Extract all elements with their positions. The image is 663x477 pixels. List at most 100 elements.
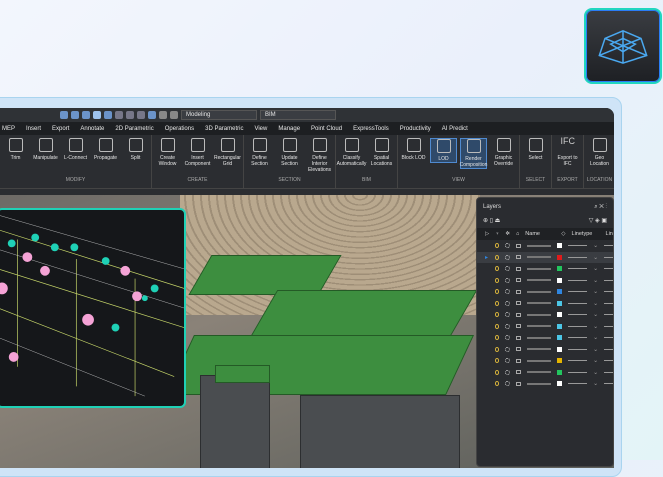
freeze-icon[interactable] — [505, 335, 510, 341]
lock-icon[interactable] — [515, 358, 521, 363]
visibility-icon[interactable] — [494, 381, 500, 387]
freeze-icon[interactable] — [505, 323, 510, 329]
visibility-icon[interactable] — [494, 254, 500, 260]
layer-color[interactable] — [557, 335, 562, 341]
tool-icon[interactable] — [82, 111, 90, 119]
lock-icon[interactable] — [515, 255, 521, 260]
freeze-icon[interactable] — [505, 243, 510, 249]
linetype[interactable] — [567, 314, 588, 316]
lock-icon[interactable] — [515, 301, 521, 306]
linetype[interactable] — [567, 383, 588, 385]
ribbon-tool[interactable]: L-Connect — [62, 138, 89, 161]
menu-item[interactable]: Productivity — [400, 126, 431, 132]
ribbon-tool[interactable]: Update Section — [276, 138, 303, 167]
menu-item[interactable]: 3D Parametric — [205, 126, 243, 132]
tool-icon[interactable] — [104, 111, 112, 119]
ribbon-tool[interactable]: Define Interior Elevations — [306, 138, 333, 173]
group-label[interactable]: VIEW — [400, 177, 517, 183]
menu-item[interactable]: AI Predict — [442, 126, 468, 132]
layer-row[interactable]: ⌄ — [477, 275, 614, 287]
column-linetype[interactable]: Linetype — [572, 231, 600, 237]
lineweight[interactable] — [604, 360, 614, 362]
visibility-icon[interactable] — [494, 369, 500, 375]
ribbon-tool[interactable]: Classify Automatically — [337, 138, 366, 167]
lineweight[interactable] — [604, 348, 614, 350]
ribbon-tool[interactable]: Geo Location — [586, 138, 613, 167]
freeze-icon[interactable] — [505, 300, 510, 306]
layer-row[interactable]: ⌄ — [477, 355, 614, 367]
panel-icon[interactable] — [159, 111, 167, 119]
layer-row[interactable]: ⌄ — [477, 332, 614, 344]
ribbon-tool[interactable]: Propagate — [92, 138, 119, 161]
linetype[interactable] — [567, 256, 588, 258]
search-icon[interactable]: ⌕ ✕ ⋮ — [594, 204, 607, 211]
visibility-icon[interactable] — [494, 346, 500, 352]
menu-item[interactable]: View — [254, 126, 267, 132]
linetype[interactable] — [567, 360, 588, 362]
tool-icon[interactable] — [60, 111, 68, 119]
layer-row[interactable]: ⌄ — [477, 309, 614, 321]
menu-item[interactable]: Annotate — [80, 126, 104, 132]
layer-color[interactable] — [557, 254, 562, 260]
new-layer-icon[interactable]: ⊕ ▯ ⏏ — [483, 217, 500, 224]
lock-icon[interactable] — [515, 312, 521, 317]
layer-color[interactable] — [557, 289, 562, 295]
lineweight[interactable] — [604, 314, 614, 316]
ribbon-tool[interactable]: Render Composition — [460, 138, 487, 169]
freeze-icon[interactable] — [505, 369, 510, 375]
layer-color[interactable] — [557, 312, 562, 318]
group-label[interactable]: SECTION — [246, 177, 333, 183]
ribbon-tool[interactable]: IFC Export to IFC — [554, 137, 581, 168]
layer-color[interactable] — [557, 346, 562, 352]
menu-item[interactable]: Operations — [165, 126, 194, 132]
layer-color[interactable] — [557, 323, 562, 329]
group-label[interactable]: MODIFY — [2, 177, 149, 183]
lineweight[interactable] — [604, 256, 614, 258]
view-cube-icon[interactable] — [115, 111, 123, 119]
menu-item[interactable]: Export — [52, 126, 69, 132]
group-label[interactable]: LOCATION — [586, 177, 613, 183]
freeze-icon[interactable] — [505, 346, 510, 352]
menu-item[interactable]: Insert — [26, 126, 41, 132]
layer-color[interactable] — [557, 358, 562, 364]
render-icon[interactable] — [148, 111, 156, 119]
visibility-icon[interactable] — [494, 358, 500, 364]
ribbon-tool[interactable]: Select — [522, 138, 549, 161]
lineweight[interactable] — [604, 325, 614, 327]
lineweight[interactable] — [604, 371, 614, 373]
layer-row[interactable]: ⌄ — [477, 298, 614, 310]
layer-row[interactable]: ⌄ — [477, 367, 614, 379]
visibility-icon[interactable] — [494, 266, 500, 272]
freeze-icon[interactable] — [505, 289, 510, 295]
lock-icon[interactable] — [515, 335, 521, 340]
group-label[interactable]: SELECT — [522, 177, 549, 183]
linetype[interactable] — [567, 337, 588, 339]
group-label[interactable]: EXPORT — [554, 177, 581, 183]
ribbon-tool[interactable]: Define Section — [246, 138, 273, 167]
freeze-icon[interactable] — [505, 266, 510, 272]
lineweight[interactable] — [604, 245, 614, 247]
linetype[interactable] — [567, 279, 588, 281]
visibility-icon[interactable] — [494, 300, 500, 306]
menu-item[interactable]: Manage — [278, 126, 300, 132]
freeze-icon[interactable] — [505, 381, 510, 387]
visibility-icon[interactable] — [494, 289, 500, 295]
layer-color[interactable] — [557, 277, 562, 283]
visibility-icon[interactable] — [494, 243, 500, 249]
layer-color[interactable] — [557, 300, 562, 306]
visibility-icon[interactable] — [494, 323, 500, 329]
menu-item[interactable]: ExpressTools — [353, 126, 389, 132]
panel-icon[interactable] — [170, 111, 178, 119]
freeze-icon[interactable] — [505, 358, 510, 364]
layer-color[interactable] — [557, 266, 562, 272]
group-label[interactable]: BIM — [338, 177, 395, 183]
lineweight[interactable] — [604, 279, 614, 281]
layer-row[interactable]: ⌄ — [477, 344, 614, 356]
freeze-icon[interactable] — [505, 277, 510, 283]
lineweight[interactable] — [604, 291, 614, 293]
lock-icon[interactable] — [515, 324, 521, 329]
ribbon-tool[interactable]: Graphic Override — [490, 138, 517, 167]
freeze-icon[interactable] — [505, 254, 510, 260]
view-cube-icon[interactable] — [137, 111, 145, 119]
ribbon-tool[interactable]: Create Window — [154, 138, 181, 167]
